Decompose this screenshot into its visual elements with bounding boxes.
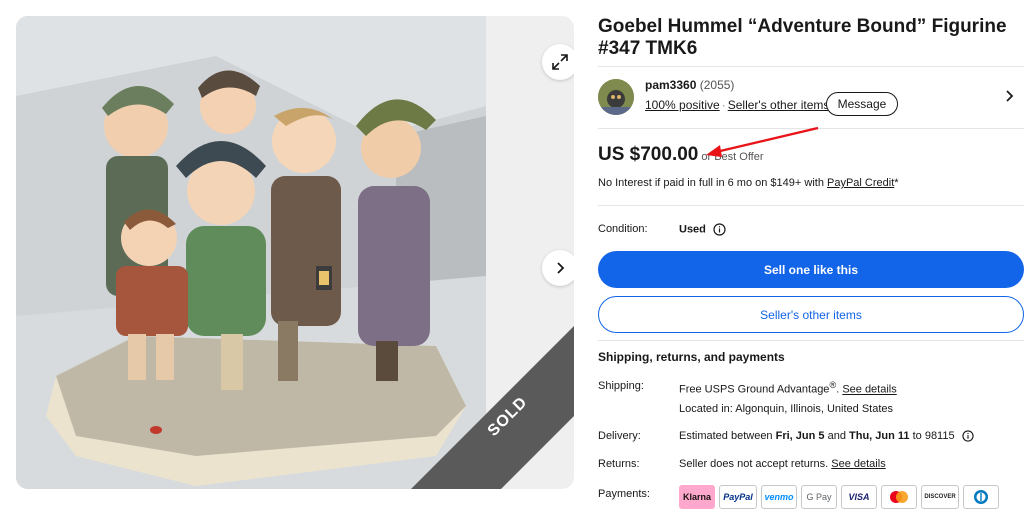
klarna-icon: Klarna — [679, 485, 715, 509]
paypal-credit-link[interactable]: PayPal Credit — [827, 177, 894, 189]
diners-logo — [974, 490, 988, 504]
sold-label: SOLD — [484, 393, 532, 440]
visa-label: VISA — [848, 492, 870, 502]
delivery-and: and — [827, 430, 846, 442]
visa-icon: VISA — [841, 485, 877, 509]
divider — [598, 340, 1024, 341]
divider — [598, 66, 1024, 67]
condition-label: Condition: — [598, 223, 648, 235]
delivery-value: Estimated between Fri, Jun 5 and Thu, Ju… — [679, 430, 974, 442]
image-gallery: SOLD — [16, 16, 574, 489]
seller-links: 100% positive·Seller's other items· — [645, 98, 835, 112]
discover-icon: DISCOVER — [921, 485, 959, 509]
sellers-other-items-button[interactable]: Seller's other items — [598, 296, 1024, 333]
main-product-image[interactable] — [16, 16, 486, 489]
condition-text: Used — [679, 223, 706, 236]
expand-image-button[interactable] — [542, 44, 574, 80]
seller-card[interactable]: pam3360 (2055) 100% positive · Seller's ot… — [598, 77, 1024, 119]
seller-avatar[interactable] — [598, 79, 634, 115]
google-pay-label: G Pay — [806, 492, 832, 502]
figurine-photo — [16, 16, 486, 489]
venmo-label: venmo — [764, 492, 794, 502]
info-icon[interactable] — [713, 223, 726, 236]
paypal-label: PayPal — [723, 492, 753, 502]
financing-text: No Interest if paid in full in 6 mo on $… — [598, 177, 899, 189]
payments-label: Payments: — [598, 488, 650, 500]
shipping-label: Shipping: — [598, 380, 644, 392]
klarna-label: Klarna — [682, 492, 711, 502]
avatar-image — [598, 79, 634, 115]
mastercard-logo — [890, 491, 908, 503]
discover-label: DISCOVER — [924, 494, 956, 500]
sell-one-like-this-button[interactable]: Sell one like this — [598, 251, 1024, 288]
delivery-end-date: Thu, Jun 11 — [849, 430, 910, 442]
seller-other-items-link[interactable]: Seller's other items — [728, 98, 830, 112]
returns-policy: Seller does not accept returns. — [679, 458, 829, 470]
financing-footnote: * — [894, 177, 899, 189]
payment-methods: Klarna PayPal venmo G Pay VISA DISCOVER — [679, 485, 999, 509]
condition-value: Used — [679, 223, 726, 236]
message-button[interactable]: Message — [826, 92, 898, 116]
returns-value: Seller does not accept returns. See deta… — [679, 458, 886, 470]
registered-mark: ® — [829, 380, 837, 390]
delivery-prefix: Estimated between — [679, 430, 773, 442]
delivery-label: Delivery: — [598, 430, 641, 442]
returns-see-details-link[interactable]: See details — [831, 458, 885, 470]
returns-label: Returns: — [598, 458, 640, 470]
expand-icon — [552, 54, 568, 70]
divider — [598, 205, 1024, 206]
price-amount: US $700.00 — [598, 144, 699, 165]
seller-username[interactable]: pam3360 — [645, 78, 696, 92]
shipping-see-details-link[interactable]: See details — [842, 384, 896, 396]
next-image-button[interactable] — [542, 250, 574, 286]
item-details-panel: Goebel Hummel “Adventure Bound” Figurine… — [598, 0, 1024, 512]
shipping-section-title: Shipping, returns, and payments — [598, 350, 785, 364]
listing-title: Goebel Hummel “Adventure Bound” Figurine… — [598, 16, 1007, 59]
paypal-icon: PayPal — [719, 485, 757, 509]
delivery-start-date: Fri, Jun 5 — [775, 430, 825, 442]
venmo-icon: venmo — [761, 485, 797, 509]
item-location: Located in: Algonquin, Illinois, United … — [679, 403, 894, 415]
mastercard-icon — [881, 485, 917, 509]
chevron-right-icon — [557, 262, 565, 274]
diners-club-icon — [963, 485, 999, 509]
info-icon[interactable] — [962, 430, 974, 442]
seller-name[interactable]: pam3360 (2055) — [645, 78, 734, 92]
shipping-value: Free USPS Ground Advantage®. See details — [679, 380, 897, 396]
financing-description: No Interest if paid in full in 6 mo on $… — [598, 177, 824, 189]
google-pay-icon: G Pay — [801, 485, 837, 509]
delivery-zip: to 98115 — [912, 430, 955, 442]
seller-positive-link[interactable]: 100% positive — [645, 98, 720, 112]
chevron-right-icon[interactable] — [1004, 89, 1016, 103]
seller-feedback-count: (2055) — [699, 78, 735, 92]
annotation-arrow — [706, 126, 819, 157]
shipping-method: Free USPS Ground Advantage — [679, 383, 830, 396]
